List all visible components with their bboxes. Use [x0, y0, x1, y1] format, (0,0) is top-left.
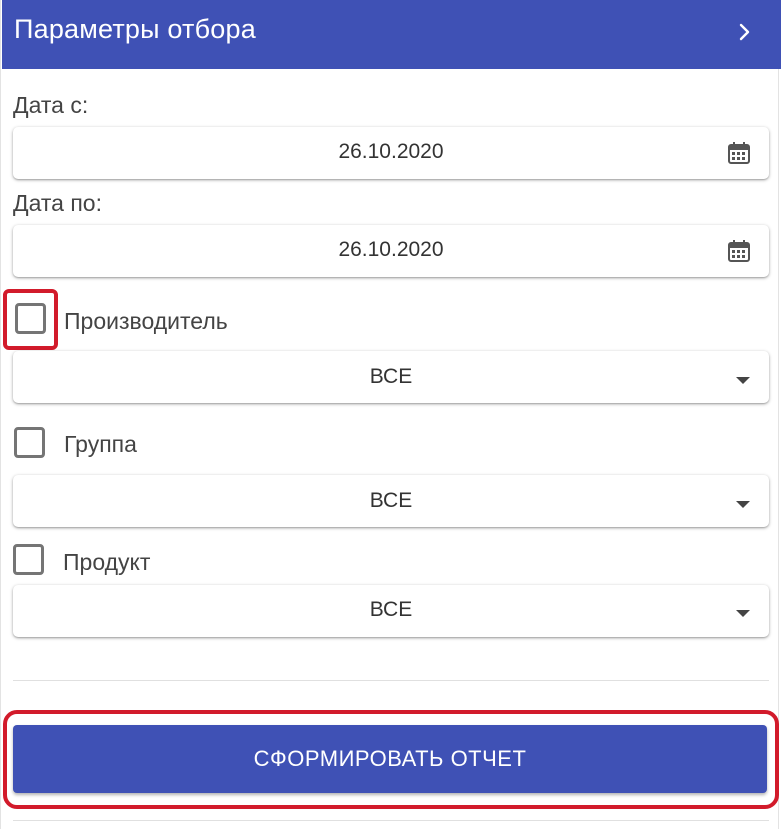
generate-report-button[interactable]: СФОРМИРОВАТЬ ОТЧЕТ	[13, 725, 767, 793]
date-to-field[interactable]: 26.10.2020	[13, 225, 769, 277]
manufacturer-checkbox[interactable]	[15, 303, 46, 334]
group-select-value: ВСЕ	[369, 489, 413, 512]
chevron-right-icon[interactable]	[736, 20, 754, 44]
panel-title: Параметры отбора	[14, 14, 256, 44]
group-label: Группа	[64, 431, 137, 457]
product-label: Продукт	[63, 549, 151, 575]
calendar-icon[interactable]	[727, 141, 751, 165]
date-to-label: Дата по:	[13, 190, 102, 216]
panel-header: Параметры отбора	[2, 0, 781, 69]
group-select[interactable]: ВСЕ	[13, 475, 769, 527]
bottom-divider	[13, 820, 769, 821]
divider	[13, 680, 769, 681]
manufacturer-select-value: ВСЕ	[369, 365, 413, 388]
product-select[interactable]: ВСЕ	[13, 585, 769, 637]
date-from-value: 26.10.2020	[338, 140, 444, 163]
product-checkbox[interactable]	[13, 544, 44, 575]
filter-panel: Параметры отбора Дата с: 26.10.2020 Дата…	[0, 0, 781, 829]
date-to-value: 26.10.2020	[338, 238, 444, 261]
manufacturer-label: Производитель	[64, 308, 228, 334]
caret-down-icon	[736, 610, 750, 617]
date-from-field[interactable]: 26.10.2020	[13, 127, 769, 179]
product-select-value: ВСЕ	[369, 598, 413, 621]
caret-down-icon	[736, 501, 750, 508]
date-from-label: Дата с:	[13, 92, 89, 118]
caret-down-icon	[736, 377, 750, 384]
group-checkbox[interactable]	[14, 427, 45, 458]
manufacturer-select[interactable]: ВСЕ	[13, 351, 769, 403]
calendar-icon[interactable]	[727, 239, 751, 263]
